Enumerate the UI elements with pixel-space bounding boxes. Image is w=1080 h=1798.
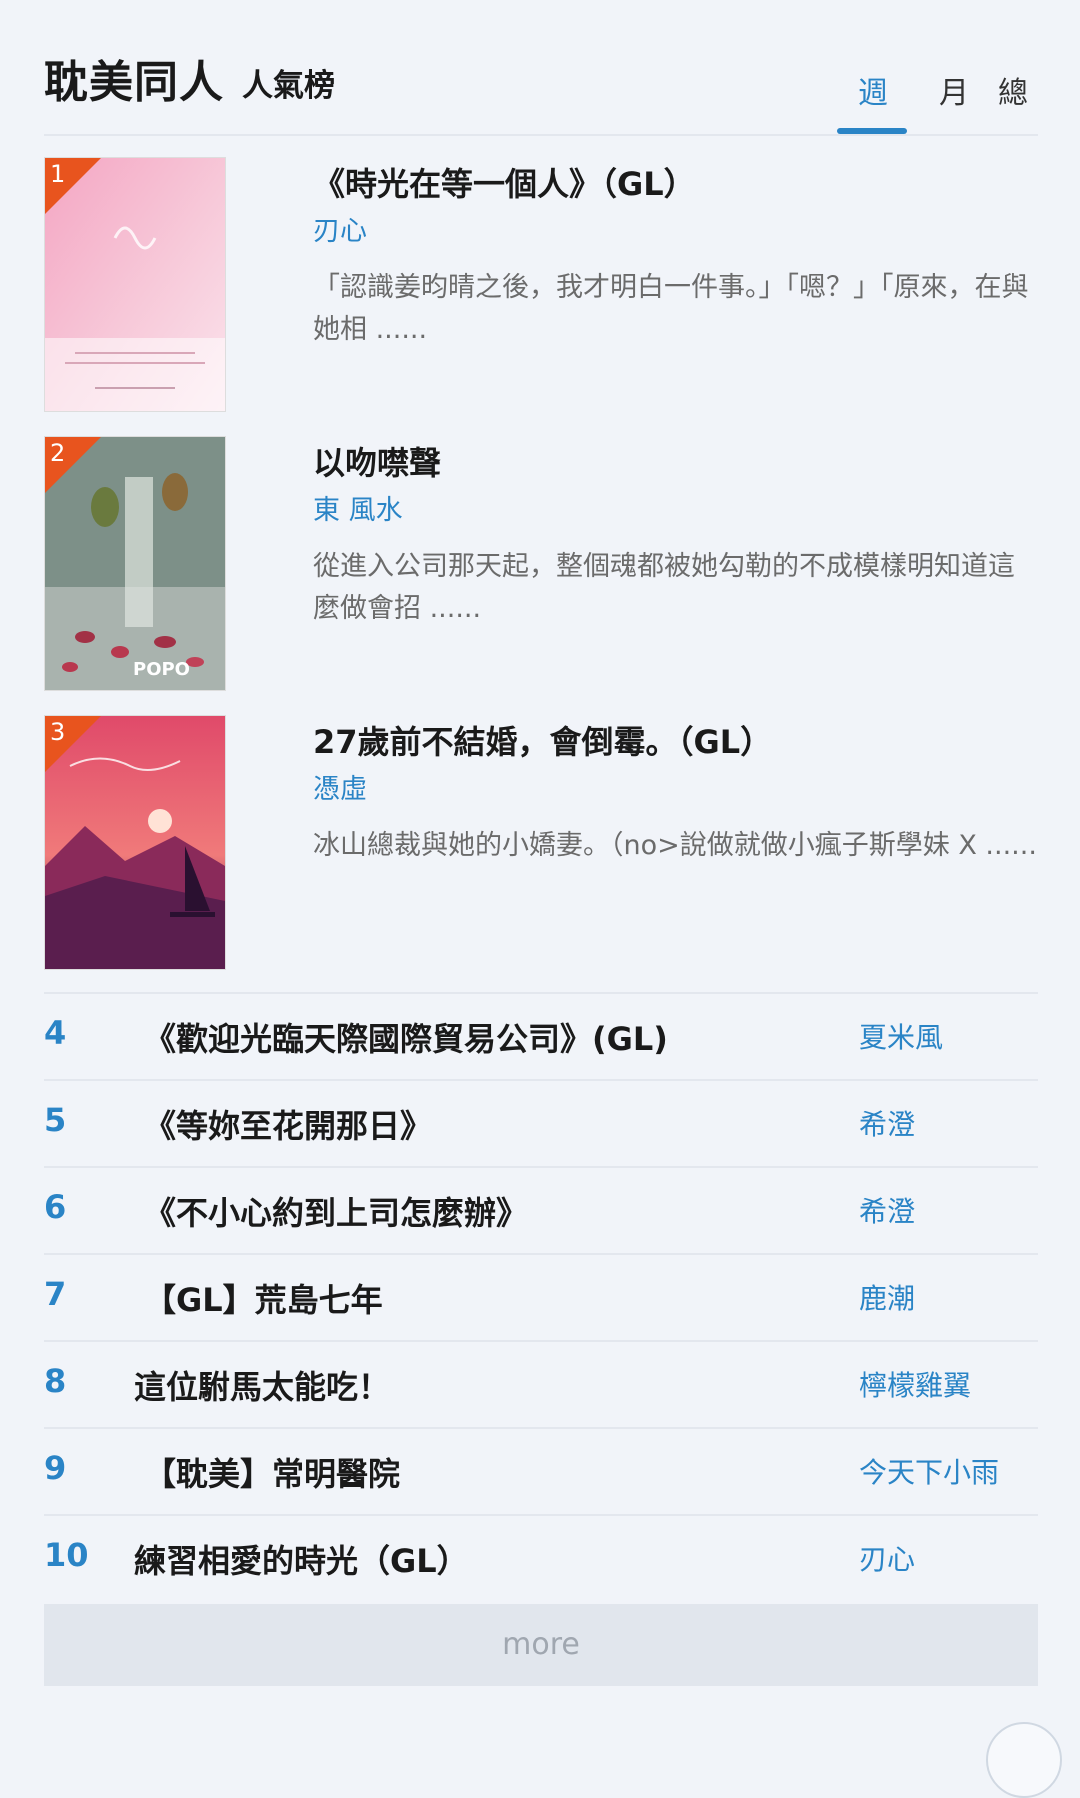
rank-number: 5 (44, 1101, 67, 1139)
book-title[interactable]: 《等妳至花開那日》 (144, 1101, 432, 1147)
book-title[interactable]: 《歡迎光臨天際國際貿易公司》(GL) (144, 1014, 668, 1060)
book-title[interactable]: 練習相愛的時光（GL） (134, 1536, 469, 1582)
book-author[interactable]: 希澄 (859, 1103, 915, 1143)
book-title[interactable]: 這位駙馬太能吃！ (134, 1362, 390, 1408)
book-cover[interactable]: 3 (44, 715, 226, 970)
list-item[interactable]: 9 【耽美】常明醫院 今天下小雨 (44, 1429, 1038, 1516)
book-cover[interactable]: POPO 2 (44, 436, 226, 691)
book-author[interactable]: 刃心 (313, 209, 367, 248)
svg-text:POPO: POPO (133, 659, 190, 680)
book-author[interactable]: 今天下小雨 (859, 1451, 999, 1491)
tab-month[interactable]: 月 (939, 68, 969, 112)
book-title[interactable]: 【耽美】常明醫院 (144, 1449, 400, 1495)
list-item[interactable]: 4 《歡迎光臨天際國際貿易公司》(GL) 夏米風 (44, 994, 1038, 1081)
book-author[interactable]: 檸檬雞翼 (859, 1364, 971, 1404)
rank-number: 1 (50, 160, 66, 188)
list-item[interactable]: 7 【GL】荒島七年 鹿潮 (44, 1255, 1038, 1342)
book-description: 「認識姜昀晴之後，我才明白一件事。」「嗯？」「原來，在與她相 ...... (313, 272, 1029, 345)
tab-week[interactable]: 週 (858, 68, 888, 112)
rank-badge: 2 (45, 437, 101, 493)
top-item-1: 1 《時光在等一個人》（GL） 刃心 「認識姜昀晴之後，我才明白一件事。」「嗯？… (44, 157, 1038, 412)
book-title[interactable]: 【GL】荒島七年 (144, 1275, 383, 1321)
ranking-header: 耽美同人 人氣榜 週 月 總 (44, 0, 1038, 136)
ranking-list: 4 《歡迎光臨天際國際貿易公司》(GL) 夏米風 5 《等妳至花開那日》 希澄 … (44, 992, 1038, 1601)
list-item[interactable]: 6 《不小心約到上司怎麼辦》 希澄 (44, 1168, 1038, 1255)
top-item-3: 3 27歲前不結婚，會倒霉。（GL） 憑虛 冰山總裁與她的小嬌妻。（no>說做就… (44, 715, 1038, 970)
book-title[interactable]: 《不小心約到上司怎麼辦》 (144, 1188, 528, 1234)
list-item[interactable]: 10 練習相愛的時光（GL） 刃心 (44, 1516, 1038, 1601)
book-description: 從進入公司那天起，整個魂都被她勾勒的不成模樣明知道這麼做會招 ...... (313, 551, 1015, 624)
top-item-2: POPO 2 以吻噤聲 東 風水 從進入公司那天起，整個魂都被她勾勒的不成模樣明… (44, 436, 1038, 691)
rank-number: 10 (44, 1536, 89, 1574)
rank-number: 9 (44, 1449, 67, 1487)
rank-badge: 1 (45, 158, 101, 214)
book-author[interactable]: 希澄 (859, 1190, 915, 1230)
list-item[interactable]: 8 這位駙馬太能吃！ 檸檬雞翼 (44, 1342, 1038, 1429)
book-cover[interactable]: 1 (44, 157, 226, 412)
list-item[interactable]: 5 《等妳至花開那日》 希澄 (44, 1081, 1038, 1168)
rank-number: 2 (50, 439, 66, 467)
book-author[interactable]: 刃心 (859, 1538, 915, 1578)
book-author[interactable]: 東 風水 (313, 488, 403, 527)
rank-number: 7 (44, 1275, 67, 1313)
book-title[interactable]: 27歲前不結婚，會倒霉。（GL） (313, 717, 772, 763)
rank-number: 6 (44, 1188, 67, 1226)
page-title: 耽美同人 (44, 57, 224, 108)
book-author[interactable]: 鹿潮 (859, 1277, 915, 1317)
scroll-to-top-button[interactable] (986, 1722, 1062, 1798)
book-author[interactable]: 夏米風 (859, 1016, 943, 1056)
rank-number: 4 (44, 1014, 67, 1052)
rank-number: 3 (50, 718, 66, 746)
page-subtitle: 人氣榜 (242, 68, 335, 104)
book-title[interactable]: 以吻噤聲 (313, 438, 441, 484)
more-button[interactable]: more (44, 1604, 1038, 1686)
active-tab-indicator (837, 128, 907, 134)
book-description: 冰山總裁與她的小嬌妻。（no>說做就做小瘋子斯學妹 X ...... (313, 830, 1037, 861)
tab-total[interactable]: 總 (998, 68, 1028, 112)
book-title[interactable]: 《時光在等一個人》（GL） (313, 159, 696, 205)
book-author[interactable]: 憑虛 (313, 767, 367, 806)
rank-badge: 3 (45, 716, 101, 772)
rank-number: 8 (44, 1362, 67, 1400)
